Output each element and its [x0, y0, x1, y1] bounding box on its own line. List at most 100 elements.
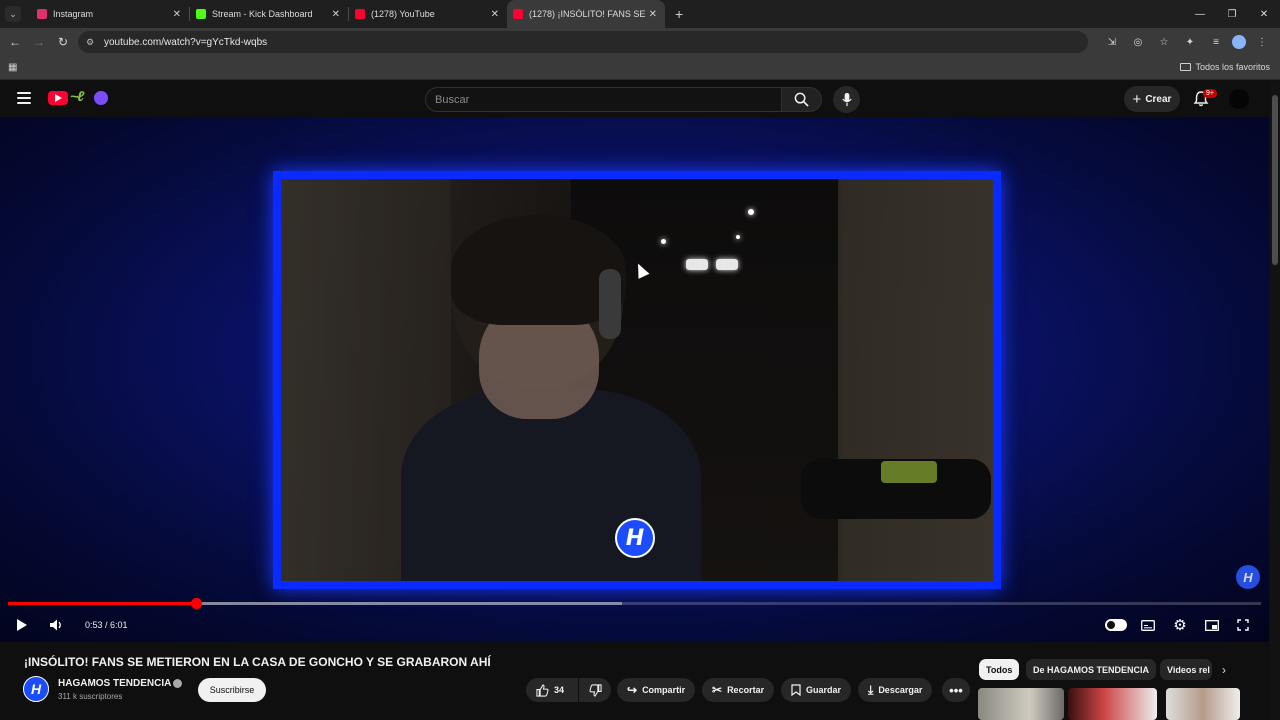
close-tab-icon[interactable]: ✕	[332, 9, 340, 20]
browser-tab-bar: ⌄ Instagram ✕ Stream - Kick Dashboard ✕ …	[0, 0, 1280, 28]
volume-button[interactable]	[46, 615, 66, 635]
subscribe-button[interactable]: Suscribirse	[198, 678, 266, 702]
chip-all[interactable]: Todos	[979, 659, 1020, 680]
kick-icon	[196, 9, 206, 19]
thumbs-down-icon	[589, 683, 602, 697]
recommended-thumbnail[interactable]	[1166, 688, 1240, 720]
tab-instagram[interactable]: Instagram ✕	[31, 0, 189, 28]
save-button[interactable]: Guardar	[781, 678, 852, 702]
subscriber-count: 311 k suscriptores	[58, 692, 123, 701]
create-button[interactable]: + Crear	[1124, 86, 1180, 112]
reload-icon[interactable]: ↻	[51, 30, 75, 54]
youtube-logo[interactable]	[48, 91, 68, 105]
download-label: Descargar	[878, 685, 923, 695]
tab-youtube-video[interactable]: (1278) ¡INSÓLITO! FANS SE MET ✕	[507, 0, 665, 28]
search-icon	[794, 92, 809, 107]
media-controls-icon[interactable]: ≡	[1206, 32, 1226, 52]
create-label: Crear	[1145, 93, 1172, 105]
tab-label: (1278) ¡INSÓLITO! FANS SE MET	[529, 9, 645, 19]
download-button[interactable]: ⤓ Descargar	[858, 678, 933, 702]
tab-search-button[interactable]: ⌄	[5, 6, 21, 22]
extensions-icon[interactable]: ✦	[1180, 32, 1200, 52]
search-button[interactable]	[781, 87, 822, 112]
progress-bar[interactable]	[8, 598, 1261, 609]
miniplayer-button[interactable]	[1202, 615, 1222, 635]
tab-label: Instagram	[53, 9, 94, 19]
instagram-icon	[37, 9, 47, 19]
recommended-thumbnail[interactable]	[1068, 688, 1157, 720]
eye-off-icon[interactable]: ◎	[1128, 32, 1148, 52]
all-bookmarks-button[interactable]: Todos los favoritos	[1180, 62, 1270, 72]
captions-icon	[1141, 619, 1155, 631]
like-count: 34	[554, 685, 565, 695]
scissors-icon: ✂	[712, 683, 723, 697]
scrollbar-thumb[interactable]	[1272, 95, 1278, 265]
folder-icon	[1180, 63, 1192, 71]
dislike-button[interactable]	[579, 678, 611, 702]
play-button[interactable]	[12, 615, 32, 635]
new-tab-button[interactable]: +	[675, 6, 683, 22]
chevron-right-icon[interactable]: ›	[1222, 663, 1226, 677]
menu-icon[interactable]: ⋮	[1252, 32, 1272, 52]
settings-button[interactable]: ⚙	[1170, 615, 1190, 635]
clip-button[interactable]: ✂ Recortar	[702, 678, 775, 702]
search-input[interactable]: Buscar	[425, 87, 782, 112]
more-actions-button[interactable]: •••	[942, 678, 970, 702]
autoplay-toggle[interactable]	[1104, 615, 1128, 635]
apps-grid-icon[interactable]: ▦	[8, 62, 17, 73]
toggle-icon	[1105, 619, 1127, 631]
video-player[interactable]: H H 0:53 / 6:01 ⚙	[0, 117, 1269, 642]
profile-avatar[interactable]	[1232, 35, 1246, 49]
channel-name[interactable]: HAGAMOS TENDENCIA	[58, 678, 171, 689]
restore-icon[interactable]: ❐	[1216, 0, 1248, 28]
channel-branding-icon[interactable]: H	[1236, 565, 1260, 589]
video-title: ¡INSÓLITO! FANS SE METIERON EN LA CASA D…	[24, 655, 491, 669]
more-horizontal-icon: •••	[949, 682, 963, 698]
channel-watermark-logo: H	[615, 518, 655, 558]
download-icon: ⤓	[868, 682, 874, 697]
all-bookmarks-label: Todos los favoritos	[1195, 62, 1270, 72]
tab-kick-dashboard[interactable]: Stream - Kick Dashboard ✕	[190, 0, 348, 28]
chip-related[interactable]: Videos rel	[1160, 659, 1212, 680]
url-bar[interactable]: ⚙ youtube.com/watch?v=gYcTkd-wqbs	[78, 31, 1088, 53]
share-icon: ↪	[627, 683, 638, 697]
page-scrollbar[interactable]	[1270, 81, 1280, 720]
plus-icon: +	[1132, 90, 1142, 108]
subtitles-button[interactable]	[1138, 615, 1158, 635]
site-info-icon[interactable]: ⚙	[86, 37, 100, 48]
clip-label: Recortar	[727, 685, 765, 695]
tab-label: (1278) YouTube	[371, 9, 435, 19]
window-controls: — ❐ ✕	[1184, 0, 1280, 28]
tab-label: Stream - Kick Dashboard	[212, 9, 313, 19]
doodle-ball-icon	[94, 91, 108, 105]
notification-count-badge: 9+	[1203, 89, 1217, 98]
thumbs-up-icon	[536, 683, 549, 697]
chip-from-channel[interactable]: De HAGAMOS TENDENCIA	[1026, 659, 1157, 680]
bookmark-star-icon[interactable]: ☆	[1154, 32, 1174, 52]
share-button[interactable]: ↪ Compartir	[617, 678, 696, 702]
fullscreen-button[interactable]	[1233, 615, 1253, 635]
save-label: Guardar	[806, 685, 842, 695]
miniplayer-icon	[1205, 619, 1219, 631]
bookmark-icon	[791, 684, 801, 696]
install-app-icon[interactable]: ⇲	[1102, 32, 1122, 52]
youtube-doodle[interactable]: ~ℓ	[70, 88, 84, 104]
close-tab-icon[interactable]: ✕	[491, 9, 499, 20]
voice-search-button[interactable]	[833, 86, 860, 113]
back-icon[interactable]: ←	[3, 30, 27, 54]
scrubber-handle[interactable]	[190, 598, 202, 609]
time-display: 0:53 / 6:01	[85, 620, 128, 630]
recommended-thumbnail[interactable]	[978, 688, 1064, 720]
url-text: youtube.com/watch?v=gYcTkd-wqbs	[104, 36, 268, 48]
account-avatar[interactable]	[1229, 89, 1249, 109]
tab-youtube-home[interactable]: (1278) YouTube ✕	[349, 0, 507, 28]
channel-avatar[interactable]: H	[23, 676, 49, 702]
like-button[interactable]: 34	[526, 678, 578, 702]
close-tab-icon[interactable]: ✕	[173, 9, 181, 20]
hamburger-menu-icon[interactable]	[17, 92, 31, 104]
close-window-icon[interactable]: ✕	[1248, 0, 1280, 28]
forward-icon[interactable]: →	[27, 30, 51, 54]
close-tab-icon[interactable]: ✕	[649, 9, 657, 20]
minimize-icon[interactable]: —	[1184, 0, 1216, 28]
play-icon	[17, 619, 27, 631]
